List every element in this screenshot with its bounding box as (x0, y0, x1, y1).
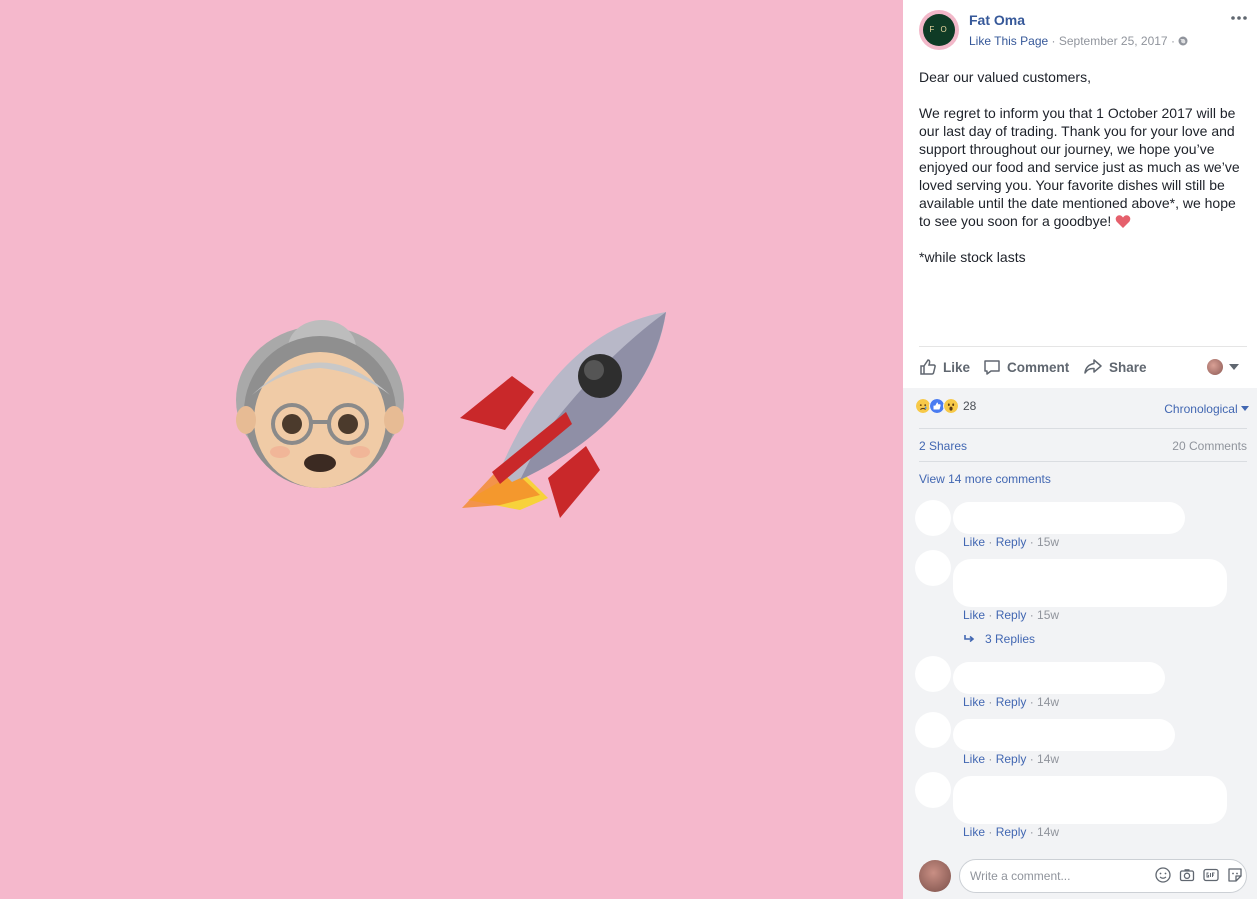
photo-canvas (0, 0, 903, 899)
reaction-count: 28 (963, 399, 977, 413)
comment-reply-link[interactable]: Reply (996, 825, 1027, 839)
comment-bubble[interactable] (953, 776, 1227, 824)
comment-meta: Like · Reply · 14w (963, 695, 1060, 709)
chevron-down-icon (1229, 364, 1239, 370)
post-panel: F O Fat Oma Like This Page · September 2… (903, 0, 1257, 899)
comment-reply-link[interactable]: Reply (996, 695, 1027, 709)
comment-bubble[interactable] (953, 719, 1175, 751)
reply-arrow-icon (964, 635, 975, 643)
comment-time[interactable]: 14w (1037, 752, 1059, 766)
post-paragraph-2: We regret to inform you that 1 October 2… (919, 104, 1249, 230)
comment-meta: Like · Reply · 15w (963, 535, 1060, 549)
globe-icon (1178, 36, 1188, 46)
emoji-icon[interactable] (1155, 867, 1171, 883)
caret-down-icon (1241, 406, 1249, 411)
camera-icon[interactable] (1179, 867, 1195, 883)
page-avatar[interactable]: F O (919, 10, 959, 50)
comments-count-link[interactable]: 20 Comments (1172, 439, 1247, 453)
shares-link[interactable]: 2 Shares (919, 439, 967, 453)
comment-like-link[interactable]: Like (963, 535, 985, 549)
wow-reaction-icon (943, 398, 959, 414)
viewer-avatar (1207, 359, 1223, 375)
sticker-icon[interactable] (1227, 867, 1243, 883)
thumbs-up-icon (920, 359, 936, 375)
comment-reply-link[interactable]: Reply (996, 608, 1027, 622)
meta-separator: · (1051, 34, 1056, 48)
share-button-label: Share (1109, 359, 1147, 375)
comment-icon (984, 360, 1000, 375)
comment-like-link[interactable]: Like (963, 608, 985, 622)
like-page-link[interactable]: Like This Page (969, 34, 1048, 48)
comment-button[interactable]: Comment (983, 357, 1069, 377)
comment-composer (919, 858, 1249, 894)
share-icon (1084, 359, 1102, 374)
current-user-avatar[interactable] (919, 860, 951, 892)
share-button[interactable]: Share (1083, 357, 1147, 377)
heart-emoji-icon (1115, 215, 1131, 228)
replies-label: 3 Replies (985, 632, 1036, 646)
post-paragraph-1: Dear our valued customers, (919, 69, 1091, 85)
comment-avatar[interactable] (915, 500, 951, 536)
view-more-comments-link[interactable]: View 14 more comments (919, 472, 1051, 486)
comment-time[interactable]: 15w (1037, 608, 1059, 622)
comment-like-link[interactable]: Like (963, 695, 985, 709)
comment-like-link[interactable]: Like (963, 825, 985, 839)
like-button-label: Like (943, 359, 971, 375)
more-options-icon[interactable] (1229, 10, 1249, 26)
post-body: Dear our valued customers, We regret to … (919, 68, 1249, 284)
post-date[interactable]: September 25, 2017 (1059, 34, 1168, 48)
reactions-summary[interactable]: 28 (915, 398, 976, 414)
comment-bubble[interactable] (953, 559, 1227, 607)
comment-avatar[interactable] (915, 712, 951, 748)
post-meta: Like This Page · September 25, 2017 · (969, 34, 1188, 48)
like-button[interactable]: Like (919, 357, 970, 377)
photo-background (0, 0, 903, 899)
viewer-selector[interactable] (1207, 359, 1239, 375)
page-avatar-initials: F O (923, 14, 955, 46)
comment-time[interactable]: 14w (1037, 695, 1059, 709)
comment-meta: Like · Reply · 14w (963, 752, 1060, 766)
sort-dropdown[interactable]: Chronological (1164, 402, 1249, 416)
comment-avatar[interactable] (915, 656, 951, 692)
comment-reply-link[interactable]: Reply (996, 535, 1027, 549)
comment-meta: Like · Reply · 14w (963, 825, 1060, 839)
sort-label: Chronological (1164, 402, 1238, 416)
comment-bubble[interactable] (953, 662, 1165, 694)
divider (919, 428, 1247, 429)
composer-icons (1155, 867, 1243, 883)
post-photo[interactable] (0, 0, 903, 899)
post-action-bar: Like Comment Share (919, 346, 1247, 388)
comment-bubble[interactable] (953, 502, 1185, 534)
gif-icon[interactable] (1203, 867, 1219, 883)
post-paragraph-3: *while stock lasts (919, 249, 1026, 265)
view-replies-link[interactable]: 3 Replies (963, 632, 1035, 646)
comment-meta: Like · Reply · 15w (963, 608, 1060, 622)
comment-time[interactable]: 15w (1037, 535, 1059, 549)
post-header: F O Fat Oma Like This Page · September 2… (919, 10, 1249, 54)
comment-reply-link[interactable]: Reply (996, 752, 1027, 766)
post-paragraph-2-text: We regret to inform you that 1 October 2… (919, 105, 1240, 229)
page-name-link[interactable]: Fat Oma (969, 12, 1025, 28)
meta-separator-2: · (1170, 34, 1175, 48)
comment-like-link[interactable]: Like (963, 752, 985, 766)
divider (919, 461, 1247, 462)
comment-time[interactable]: 14w (1037, 825, 1059, 839)
comment-button-label: Comment (1007, 359, 1070, 375)
comment-avatar[interactable] (915, 550, 951, 586)
comments-section: 28 Chronological 2 Shares 20 Comments Vi… (903, 388, 1257, 899)
comment-avatar[interactable] (915, 772, 951, 808)
